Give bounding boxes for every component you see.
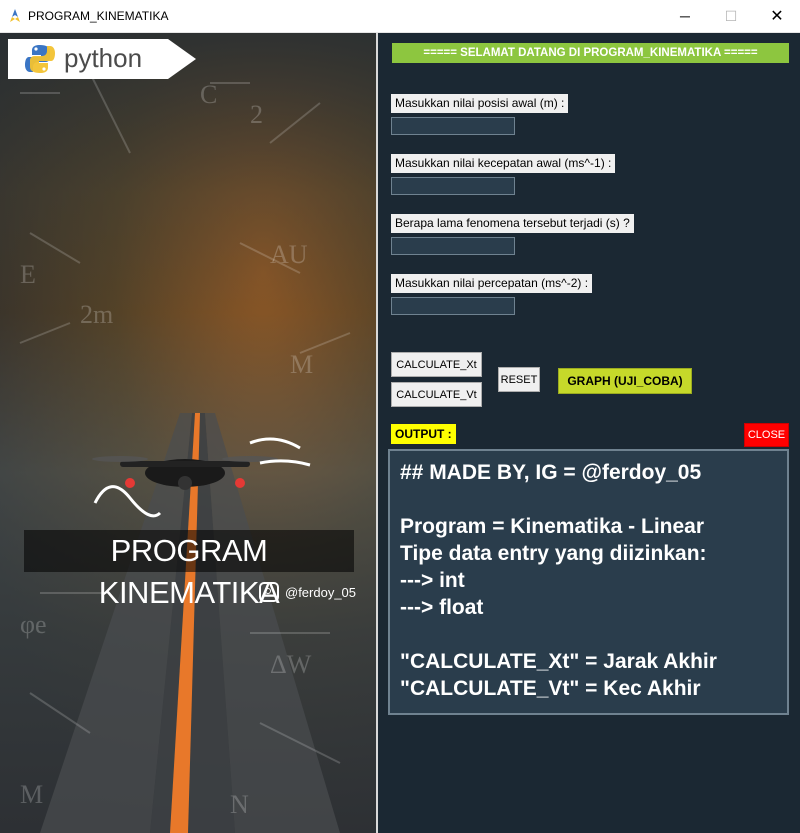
- instagram-icon: [259, 582, 279, 602]
- welcome-banner: ===== SELAMAT DATANG DI PROGRAM_KINEMATI…: [392, 43, 789, 63]
- field-label-posisi-awal: Masukkan nilai posisi awal (m) :: [391, 94, 569, 113]
- svg-text:M: M: [290, 350, 313, 379]
- output-textbox[interactable]: ## MADE BY, IG = @ferdoy_05 Program = Ki…: [388, 449, 789, 715]
- field-label-kecepatan-awal: Masukkan nilai kecepatan awal (ms^-1) :: [391, 154, 616, 173]
- python-logo: python: [8, 39, 196, 79]
- form-panel: ===== SELAMAT DATANG DI PROGRAM_KINEMATI…: [378, 33, 800, 833]
- field-label-percepatan: Masukkan nilai percepatan (ms^-2) :: [391, 274, 593, 293]
- output-label: OUTPUT :: [391, 424, 456, 444]
- python-feather-icon: [10, 9, 20, 22]
- maximize-button[interactable]: ☐: [708, 0, 754, 32]
- svg-text:2: 2: [250, 100, 263, 129]
- calculate-xt-button[interactable]: CALCULATE_Xt: [391, 352, 482, 377]
- calculate-vt-button[interactable]: CALCULATE_Vt: [391, 382, 482, 407]
- posisi-awal-input[interactable]: [391, 117, 515, 135]
- poster-instagram: @ferdoy_05: [259, 582, 356, 602]
- road-illustration: C 2 E AU 2m M φe ΔW N M: [19, 72, 351, 833]
- svg-text:E: E: [20, 260, 36, 289]
- svg-text:ΔW: ΔW: [270, 650, 312, 679]
- svg-text:M: M: [20, 780, 43, 809]
- window-title: PROGRAM_KINEMATIKA: [28, 9, 169, 23]
- kecepatan-awal-input[interactable]: [391, 177, 515, 195]
- percepatan-input[interactable]: [391, 297, 515, 315]
- close-button[interactable]: CLOSE: [744, 423, 789, 447]
- svg-text:φe: φe: [20, 610, 47, 639]
- waktu-input[interactable]: [391, 237, 515, 255]
- python-logo-text: python: [64, 43, 142, 73]
- svg-text:C: C: [200, 80, 217, 109]
- poster-title: PROGRAM KINEMATIKA: [24, 530, 354, 610]
- svg-text:AU: AU: [270, 240, 308, 269]
- title-bar: PROGRAM_KINEMATIKA ─ ☐ ✕: [0, 0, 800, 33]
- svg-text:N: N: [230, 790, 249, 819]
- field-label-waktu: Berapa lama fenomena tersebut terjadi (s…: [391, 214, 634, 233]
- reset-button[interactable]: RESET: [498, 367, 540, 392]
- instagram-handle: @ferdoy_05: [285, 584, 357, 600]
- svg-text:2m: 2m: [80, 300, 113, 329]
- minimize-button[interactable]: ─: [662, 0, 708, 32]
- poster-image: C 2 E AU 2m M φe ΔW N M python PROGRAM K…: [0, 33, 376, 833]
- graph-button[interactable]: GRAPH (UJI_COBA): [558, 368, 692, 394]
- close-window-button[interactable]: ✕: [754, 0, 800, 32]
